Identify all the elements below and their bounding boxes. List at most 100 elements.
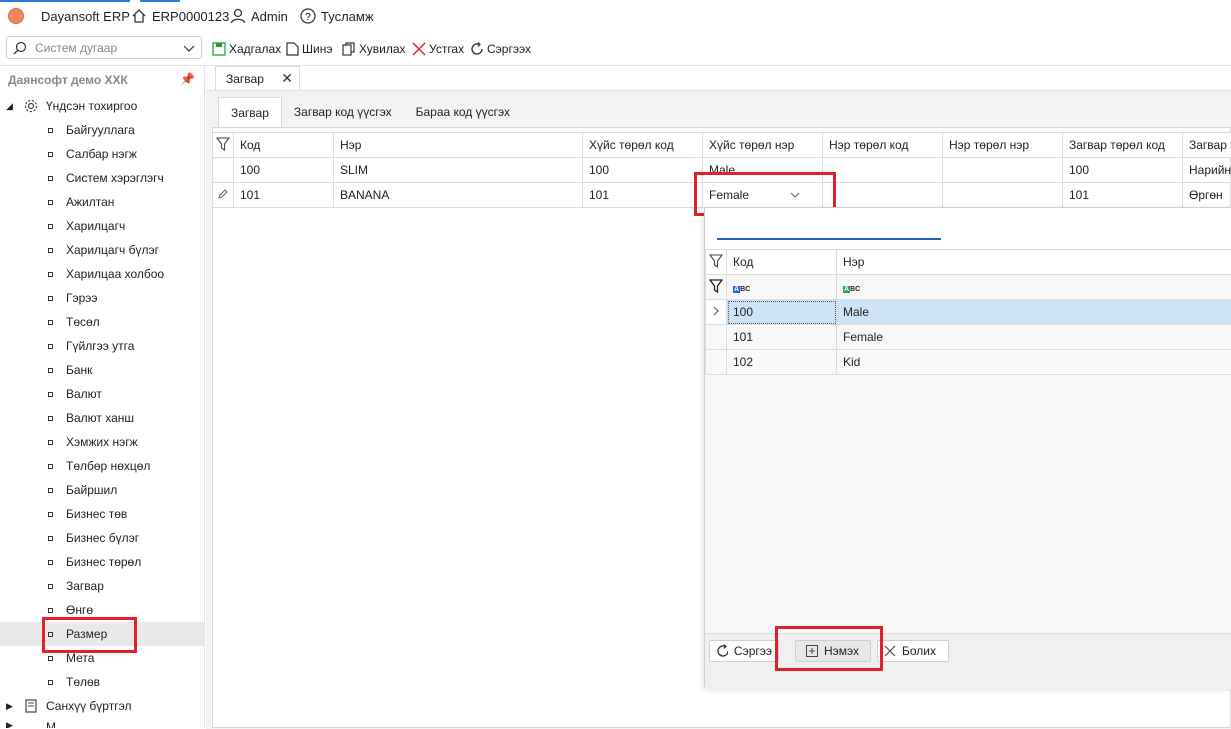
table-row[interactable]: 101 BANANA 101 Female 101 Өргөн <box>213 183 1231 208</box>
col-header[interactable]: Нэр төрөл нэр <box>943 133 1063 158</box>
sidebar-item[interactable]: Бизнес бүлэг <box>0 526 204 550</box>
chevron-down-icon[interactable] <box>183 42 195 54</box>
sidebar-item[interactable]: Банк <box>0 358 204 382</box>
gender-dropdown-cell[interactable]: Female <box>703 183 823 208</box>
sidebar-item[interactable]: Бизнес төв <box>0 502 204 526</box>
sidebar-item[interactable]: Валют <box>0 382 204 406</box>
cell[interactable] <box>823 158 943 183</box>
filter-column[interactable] <box>213 133 234 158</box>
table-row[interactable]: 102 Kid <box>706 350 1231 375</box>
tree-root-finance[interactable]: ▶ Санхүү бүртгэл <box>0 696 204 716</box>
new-button[interactable]: Шинэ <box>286 40 332 58</box>
sidebar-item[interactable]: Ажилтан <box>0 190 204 214</box>
sidebar-item[interactable]: Төсөл <box>0 310 204 334</box>
cell[interactable]: Өргөн <box>1183 183 1231 208</box>
popup-refresh-button[interactable]: Сэргээ <box>709 640 779 662</box>
expand-arrow-icon[interactable]: ▶ <box>6 720 13 728</box>
table-row[interactable]: 100 Male <box>706 300 1231 325</box>
cell[interactable] <box>823 183 943 208</box>
save-button[interactable]: Хадгалах <box>212 40 281 58</box>
cell[interactable]: Male <box>703 158 823 183</box>
filter-column[interactable] <box>706 275 727 300</box>
col-header[interactable]: Загвар т <box>1183 133 1231 158</box>
accent-line <box>140 0 180 2</box>
tab-zagvar-code[interactable]: Загвар код үүсгэх <box>282 97 404 127</box>
tree-root-next[interactable]: ▶ М <box>0 718 204 728</box>
copy-button[interactable]: Хувилах <box>342 40 406 58</box>
col-header[interactable]: Нэр <box>837 250 1231 275</box>
sidebar-item[interactable]: Харилцагч бүлэг <box>0 238 204 262</box>
filter-icon[interactable] <box>709 254 723 268</box>
tab-baraa-code[interactable]: Бараа код үүсгэх <box>404 97 522 127</box>
collapse-arrow-icon[interactable]: ◢ <box>6 101 13 112</box>
cell[interactable]: Нарийн <box>1183 158 1231 183</box>
col-header[interactable]: Хүйс төрөл нэр <box>703 133 823 158</box>
filter-cell[interactable]: ABC <box>837 275 1231 300</box>
cell[interactable]: SLIM <box>334 158 583 183</box>
sidebar-item[interactable]: Загвар <box>0 574 204 598</box>
cell[interactable]: Kid <box>837 350 1231 375</box>
gender-dropdown-value[interactable]: Female <box>709 188 749 202</box>
tab-zagvar[interactable]: Загвар <box>218 97 282 127</box>
tree-root-settings[interactable]: ◢ Үндсэн тохиргоо <box>0 96 204 116</box>
help-menu[interactable]: ? Тусламж <box>300 7 374 25</box>
cell[interactable]: 102 <box>727 350 837 375</box>
sidebar-item[interactable]: Мета <box>0 646 204 670</box>
col-header[interactable]: Код <box>727 250 837 275</box>
refresh-button[interactable]: Сэргээх <box>470 40 531 58</box>
chevron-down-icon[interactable] <box>790 190 800 200</box>
sidebar-item[interactable]: Гүйлгээ утга <box>0 334 204 358</box>
sidebar-item[interactable]: Бизнес төрөл <box>0 550 204 574</box>
table-row[interactable]: 100 SLIM 100 Male 100 Нарийн <box>213 158 1231 183</box>
cell[interactable]: Male <box>837 300 1231 325</box>
col-header[interactable]: Код <box>234 133 334 158</box>
sidebar-item[interactable]: Размер <box>0 622 204 646</box>
expand-arrow-icon[interactable]: ▶ <box>6 701 13 712</box>
popup-filter-row[interactable]: ABC ABC <box>706 275 1231 300</box>
popup-cancel-button[interactable]: Болих <box>877 640 949 662</box>
filter-icon[interactable] <box>709 279 723 293</box>
cell[interactable]: 101 <box>1063 183 1183 208</box>
cell[interactable]: BANANA <box>334 183 583 208</box>
erp-code[interactable]: ERP0000123 <box>131 7 229 25</box>
sidebar-item[interactable]: Төлбөр нөхцөл <box>0 454 204 478</box>
pin-icon[interactable]: 📌 <box>180 72 195 86</box>
sidebar-item[interactable]: Харилцагч <box>0 214 204 238</box>
cell[interactable]: 100 <box>727 300 837 325</box>
cell[interactable]: 100 <box>234 158 334 183</box>
sidebar-item[interactable]: Гэрээ <box>0 286 204 310</box>
col-header[interactable]: Нэр <box>334 133 583 158</box>
cell[interactable]: 100 <box>1063 158 1183 183</box>
cell[interactable]: 101 <box>583 183 703 208</box>
popup-search-input[interactable] <box>717 218 941 240</box>
close-icon[interactable]: ✕ <box>281 70 293 87</box>
sidebar-item[interactable]: Систем хэрэглэгч <box>0 166 204 190</box>
sidebar-item[interactable]: Харилцаа холбоо <box>0 262 204 286</box>
cell[interactable]: 101 <box>727 325 837 350</box>
popup-add-button[interactable]: Нэмэх <box>795 640 871 662</box>
sidebar-item[interactable]: Валют ханш <box>0 406 204 430</box>
user-menu[interactable]: Admin <box>230 7 288 25</box>
filter-column[interactable] <box>706 250 727 275</box>
sidebar-item[interactable]: Төлөв <box>0 670 204 694</box>
sidebar-item[interactable]: Байгууллага <box>0 118 204 142</box>
sidebar-item-label: Байршил <box>66 483 117 497</box>
search-input[interactable]: Систем дугаар <box>6 36 202 59</box>
col-header[interactable]: Загвар төрөл код <box>1063 133 1183 158</box>
cell[interactable] <box>943 158 1063 183</box>
cell[interactable]: 100 <box>583 158 703 183</box>
col-header[interactable]: Хүйс төрөл код <box>583 133 703 158</box>
sidebar-item[interactable]: Хэмжих нэгж <box>0 430 204 454</box>
table-row[interactable]: 101 Female <box>706 325 1231 350</box>
cell[interactable] <box>943 183 1063 208</box>
sidebar-item[interactable]: Салбар нэгж <box>0 142 204 166</box>
cell[interactable]: 101 <box>234 183 334 208</box>
sidebar-item[interactable]: Байршил <box>0 478 204 502</box>
sidebar-item[interactable]: Өнгө <box>0 598 204 622</box>
filter-cell[interactable]: ABC <box>727 275 837 300</box>
doc-tab-zagvar[interactable]: Загвар ✕ <box>215 66 300 90</box>
delete-button[interactable]: Устгах <box>412 40 464 58</box>
col-header[interactable]: Нэр төрөл код <box>823 133 943 158</box>
cell[interactable]: Female <box>837 325 1231 350</box>
filter-icon[interactable] <box>216 137 230 151</box>
